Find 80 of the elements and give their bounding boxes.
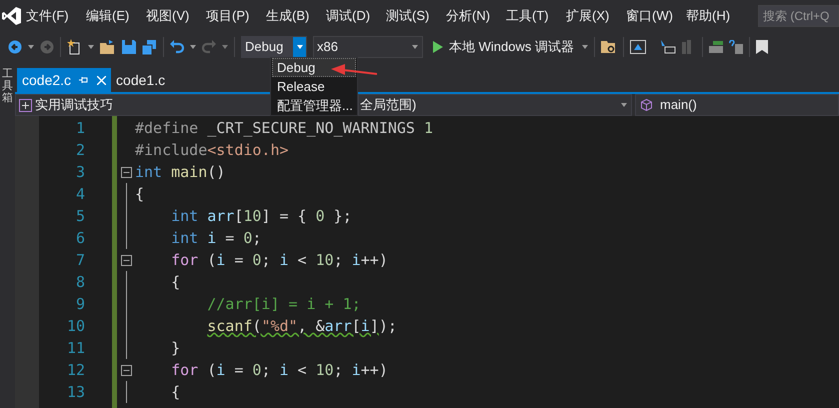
menu-item[interactable]: 生成(B) bbox=[266, 6, 326, 26]
code-line: #define _CRT_SECURE_NO_WARNINGS 1 bbox=[135, 118, 434, 139]
caret-icon[interactable] bbox=[28, 45, 34, 49]
save-all-icon[interactable] bbox=[142, 40, 157, 54]
menu-item[interactable]: 分析(N) bbox=[446, 6, 506, 26]
logo-icon bbox=[2, 6, 22, 26]
uncomment-icon[interactable] bbox=[728, 40, 743, 54]
file-tab[interactable]: code2.c bbox=[17, 68, 112, 92]
line-number: 5 bbox=[74, 206, 85, 227]
collapse-icon[interactable] bbox=[120, 254, 132, 266]
folder-search-icon[interactable] bbox=[600, 40, 617, 54]
collapse-icon[interactable] bbox=[120, 364, 132, 376]
code-line: scanf("%d", &arr[i]); bbox=[206, 316, 397, 337]
back-icon[interactable] bbox=[8, 40, 22, 54]
line-number: 12 bbox=[66, 360, 85, 381]
file-tab[interactable]: code1.c bbox=[111, 68, 170, 92]
code-line: int i = 0; bbox=[170, 228, 262, 249]
caret-icon bbox=[412, 45, 418, 49]
member-dropdown[interactable]: main() bbox=[635, 94, 839, 116]
line-number: 11 bbox=[66, 338, 85, 359]
code-line: #include<stdio.h> bbox=[135, 140, 289, 161]
line-number: 6 bbox=[74, 228, 85, 249]
menu-item[interactable]: 测试(S) bbox=[386, 6, 446, 26]
search-field[interactable]: 搜索 (Ctrl+Q bbox=[758, 5, 839, 27]
menu-item[interactable]: 窗口(W) bbox=[626, 6, 686, 26]
code-line: int main() bbox=[135, 162, 226, 183]
configuration-dropdown[interactable]: Debug bbox=[241, 36, 307, 58]
menu-item[interactable]: 工具(T) bbox=[506, 6, 566, 26]
line-number: 2 bbox=[74, 140, 85, 161]
save-icon[interactable] bbox=[122, 40, 136, 54]
caret-icon bbox=[621, 103, 627, 107]
code-line: //arr[i] = i + 1; bbox=[206, 294, 361, 315]
line-number: 4 bbox=[74, 184, 85, 205]
menu-item[interactable]: 调试(D) bbox=[326, 6, 386, 26]
new-item-icon[interactable] bbox=[67, 39, 82, 55]
menu-item[interactable]: 编辑(E) bbox=[86, 6, 146, 26]
line-number: 13 bbox=[66, 382, 85, 403]
project-icon bbox=[19, 98, 32, 112]
dropdown-option[interactable]: Release bbox=[272, 77, 356, 96]
pin-icon[interactable] bbox=[79, 76, 90, 84]
dropdown-option[interactable]: Debug bbox=[272, 58, 356, 77]
cube-icon bbox=[641, 99, 652, 111]
folder-icon[interactable] bbox=[100, 40, 116, 54]
code-line: { bbox=[170, 382, 180, 403]
caret-icon[interactable] bbox=[190, 45, 196, 49]
line-number: 9 bbox=[74, 294, 85, 315]
window-icon[interactable] bbox=[630, 40, 646, 54]
code-line: for (i = 0; i < 10; i++) bbox=[170, 360, 388, 381]
scope-dropdown[interactable]: 全局范围) bbox=[358, 94, 632, 116]
close-icon[interactable] bbox=[97, 76, 106, 84]
line-number: 8 bbox=[74, 272, 85, 293]
caret-icon bbox=[582, 45, 588, 49]
line-number: 1 bbox=[74, 118, 85, 139]
arrow-annotation bbox=[331, 62, 377, 78]
line-number: 7 bbox=[74, 250, 85, 271]
menu-item[interactable]: 视图(V) bbox=[146, 6, 206, 26]
play-icon bbox=[433, 41, 443, 53]
menu-item[interactable]: 文件(F) bbox=[26, 6, 86, 26]
caret-icon bbox=[296, 45, 302, 49]
code-line: } bbox=[170, 338, 180, 359]
code-line: { bbox=[170, 272, 180, 293]
dropdown-arrow-button[interactable] bbox=[293, 37, 306, 57]
line-number: 3 bbox=[74, 162, 85, 183]
toolbox-tab[interactable]: 工具箱 bbox=[2, 68, 13, 408]
line-number: 10 bbox=[66, 316, 85, 337]
menu-item[interactable]: 项目(P) bbox=[206, 6, 266, 26]
collapse-icon[interactable] bbox=[120, 166, 132, 178]
undo-icon[interactable] bbox=[170, 40, 184, 54]
code-line: for (i = 0; i < 10; i++) bbox=[170, 250, 388, 271]
platform-dropdown[interactable]: x86 bbox=[313, 36, 423, 58]
caret-icon[interactable] bbox=[88, 45, 94, 49]
menu-item[interactable]: 扩展(X) bbox=[566, 6, 626, 26]
cursor-icon[interactable] bbox=[660, 40, 676, 54]
run-button[interactable]: 本地 Windows 调试器 bbox=[429, 36, 588, 58]
code-line: { bbox=[135, 184, 144, 205]
comment-icon[interactable] bbox=[708, 41, 723, 53]
code-line: int arr[10] = { 0 }; bbox=[170, 206, 352, 227]
caret-icon[interactable] bbox=[222, 45, 228, 49]
menu-item[interactable]: 帮助(H) bbox=[686, 6, 746, 26]
bookmark-icon[interactable] bbox=[756, 40, 768, 54]
